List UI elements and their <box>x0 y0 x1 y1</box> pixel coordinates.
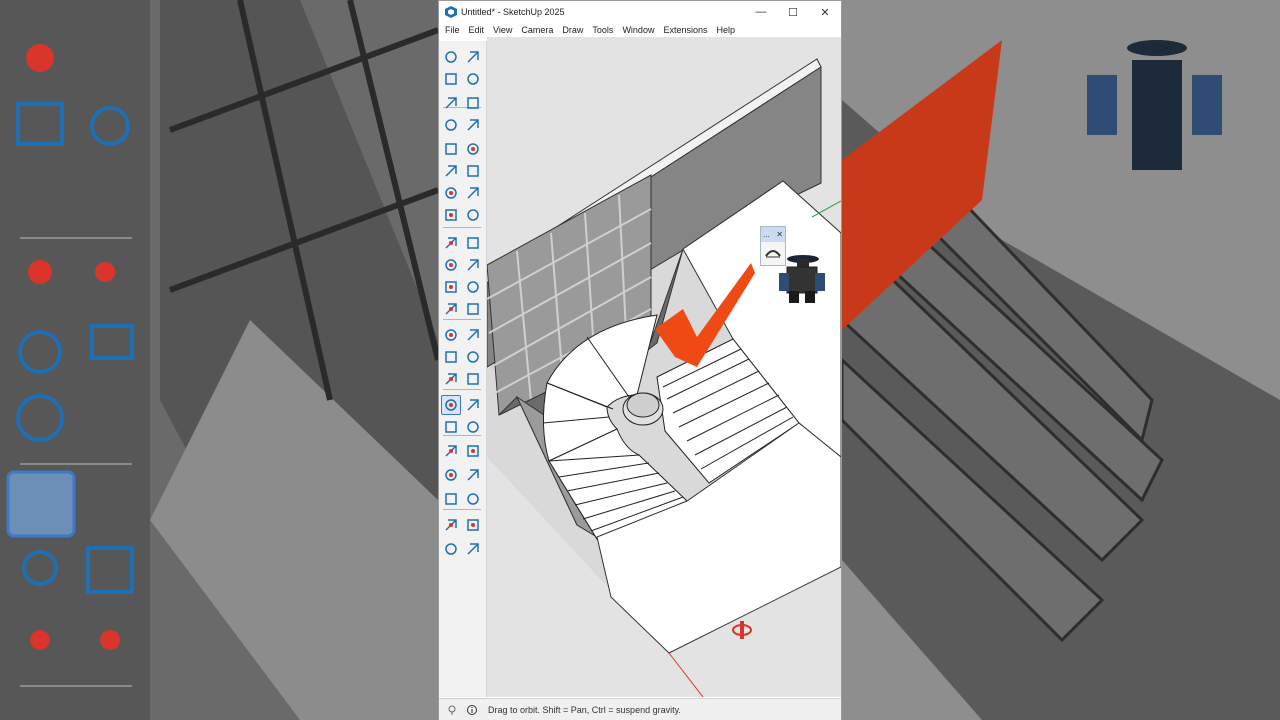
circle-icon[interactable] <box>441 161 461 181</box>
move-icon[interactable] <box>441 233 461 253</box>
toolbar-separator <box>443 509 481 510</box>
info-icon[interactable] <box>465 703 479 717</box>
menu-file[interactable]: File <box>445 25 460 35</box>
sketchup-logo-icon <box>445 6 457 18</box>
zoom-window-icon[interactable] <box>463 417 483 437</box>
3d-text-icon[interactable] <box>463 369 483 389</box>
freehand-icon[interactable] <box>463 115 483 135</box>
model-viewport[interactable]: ... ✕ <box>487 37 841 697</box>
toolbar-separator <box>443 227 481 228</box>
window-title: Untitled* - SketchUp 2025 <box>461 7 565 17</box>
protractor-icon[interactable] <box>441 347 461 367</box>
menu-edit[interactable]: Edit <box>469 25 485 35</box>
background-right <box>842 0 1280 720</box>
background-right-art <box>842 0 1280 720</box>
floating-mini-toolbar-label: ... <box>763 230 770 239</box>
menu-extensions[interactable]: Extensions <box>663 25 707 35</box>
tape-measure-icon[interactable] <box>441 325 461 345</box>
look-around-icon[interactable] <box>441 489 461 509</box>
menu-camera[interactable]: Camera <box>521 25 553 35</box>
arc-tool-icon[interactable] <box>761 242 785 262</box>
position-camera-icon[interactable] <box>441 465 461 485</box>
status-bar: Drag to orbit. Shift = Pan, Ctrl = suspe… <box>439 698 841 720</box>
close-button[interactable]: ✕ <box>809 1 841 23</box>
tag-icon[interactable] <box>441 93 461 113</box>
eraser-icon[interactable] <box>463 69 483 89</box>
rotate-icon[interactable] <box>441 255 461 275</box>
warehouse-icon[interactable] <box>441 515 461 535</box>
offset-icon[interactable] <box>463 277 483 297</box>
menu-window[interactable]: Window <box>622 25 654 35</box>
floating-mini-toolbar[interactable]: ... ✕ <box>760 226 786 266</box>
pencil-icon[interactable] <box>441 115 461 135</box>
walk-icon[interactable] <box>463 465 483 485</box>
staircase-model <box>487 58 841 697</box>
axes-position-icon[interactable] <box>441 369 461 389</box>
menu-view[interactable]: View <box>493 25 512 35</box>
text-icon[interactable] <box>463 347 483 367</box>
scale-icon[interactable] <box>441 277 461 297</box>
status-message: Drag to orbit. Shift = Pan, Ctrl = suspe… <box>488 704 681 715</box>
maximize-button[interactable]: ☐ <box>777 1 809 23</box>
floating-mini-toolbar-close[interactable]: ✕ <box>776 230 783 239</box>
two-point-arc-icon[interactable] <box>463 205 483 225</box>
orbit-icon[interactable] <box>441 395 461 415</box>
pan-icon[interactable] <box>463 395 483 415</box>
menu-bar: File Edit View Camera Draw Tools Window … <box>439 23 841 37</box>
large-tool-set-toolbar <box>439 41 487 697</box>
section-plane-icon[interactable] <box>463 299 483 319</box>
menu-help[interactable]: Help <box>716 25 735 35</box>
pie-icon[interactable] <box>441 205 461 225</box>
extension-warehouse-icon[interactable] <box>463 515 483 535</box>
line-icon[interactable] <box>441 183 461 203</box>
axes-icon[interactable] <box>441 299 461 319</box>
toolbar-separator <box>443 389 481 390</box>
sketchup-window: Untitled* - SketchUp 2025 — ☐ ✕ File Edi… <box>438 0 842 720</box>
background-left <box>0 0 438 720</box>
section-display-icon[interactable] <box>463 489 483 509</box>
layers-icon[interactable] <box>441 539 461 559</box>
rectangle-icon[interactable] <box>441 139 461 159</box>
menu-draw[interactable]: Draw <box>562 25 583 35</box>
previous-view-icon[interactable] <box>463 441 483 461</box>
select-icon[interactable] <box>441 47 461 67</box>
zoom-extents-icon[interactable] <box>441 441 461 461</box>
follow-me-icon[interactable] <box>463 255 483 275</box>
floating-mini-toolbar-header: ... ✕ <box>761 227 785 242</box>
toolbar-separator <box>443 319 481 320</box>
dimension-icon[interactable] <box>463 325 483 345</box>
polygon-icon[interactable] <box>463 161 483 181</box>
rotated-rectangle-icon[interactable] <box>463 139 483 159</box>
minimize-button[interactable]: — <box>745 1 777 23</box>
geo-location-icon[interactable] <box>445 703 459 717</box>
zoom-icon[interactable] <box>441 417 461 437</box>
title-bar: Untitled* - SketchUp 2025 — ☐ ✕ <box>439 1 841 23</box>
orbit-cursor-icon <box>732 621 752 639</box>
push-pull-icon[interactable] <box>463 233 483 253</box>
paint-bucket-icon[interactable] <box>441 69 461 89</box>
menu-tools[interactable]: Tools <box>592 25 613 35</box>
scenes-icon[interactable] <box>463 539 483 559</box>
eraser-alt-icon[interactable] <box>463 93 483 113</box>
arc-icon[interactable] <box>463 183 483 203</box>
lasso-icon[interactable] <box>463 47 483 67</box>
background-left-art <box>6 0 438 720</box>
